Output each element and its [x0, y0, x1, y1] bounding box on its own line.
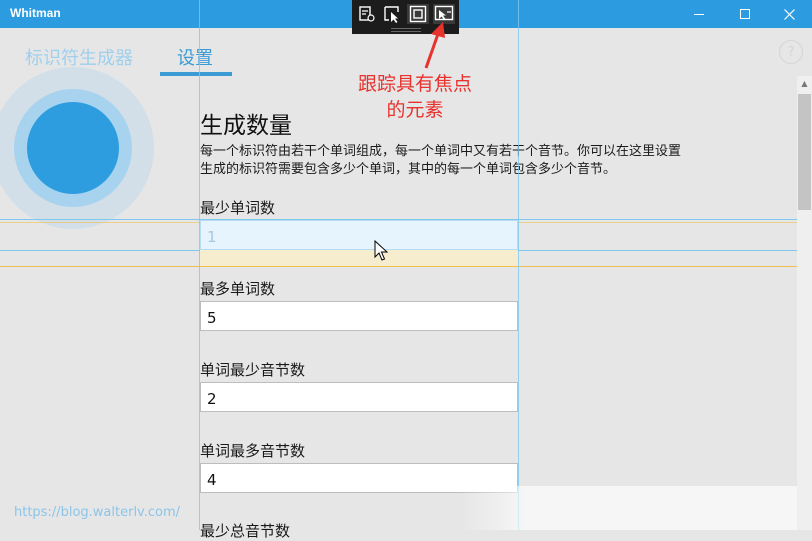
adorner-margin-line: [0, 266, 812, 267]
toolbar-grip[interactable]: [391, 28, 421, 32]
window-title: Whitman: [10, 6, 61, 20]
scrollbar-thumb[interactable]: [798, 94, 811, 210]
adorner-margin-area: [200, 250, 518, 266]
min-syllables-per-word-label: 单词最少音节数: [200, 361, 306, 379]
mouse-cursor-icon: [374, 240, 388, 261]
min-total-syllables-label: 最少总音节数: [200, 522, 291, 540]
section-description: 每一个标识符由若干个单词组成，每一个单词中又有若干个音节。你可以在这里设置 生成…: [200, 143, 730, 179]
tab-settings[interactable]: 设置: [177, 44, 213, 70]
max-words-label: 最多单词数: [200, 280, 276, 298]
min-syllables-per-word-input[interactable]: 2: [200, 382, 518, 412]
adorner-line: [199, 0, 200, 530]
live-visual-tree-icon: [359, 6, 375, 22]
maximize-button[interactable]: [722, 0, 768, 28]
help-button[interactable]: ?: [779, 40, 803, 64]
description-line: 每一个标识符由若干个单词组成，每一个单词中又有若干个音节。你可以在这里设置: [200, 144, 682, 159]
max-syllables-per-word-label: 单词最多音节数: [200, 442, 306, 460]
section-title: 生成数量: [200, 113, 292, 139]
min-words-input[interactable]: 1: [200, 220, 518, 250]
close-icon: [783, 8, 795, 20]
tab-selection-indicator: [160, 72, 232, 76]
decorative-logo-circles: [0, 67, 154, 229]
annotation-line-1: 跟踪具有焦点: [357, 73, 472, 95]
annotation-arrow: [424, 22, 445, 69]
bottom-fade: [460, 486, 797, 530]
adorner-line: [518, 0, 519, 530]
annotation-text: 跟踪具有焦点 的元素: [340, 71, 490, 123]
min-words-label: 最少单词数: [200, 199, 276, 217]
live-visual-tree-button[interactable]: [356, 4, 378, 24]
annotation-line-2: 的元素: [386, 99, 444, 121]
select-element-button[interactable]: [381, 4, 403, 24]
help-icon: ?: [787, 44, 795, 60]
scroll-up-icon[interactable]: ▲: [797, 76, 812, 91]
select-element-icon: [384, 6, 399, 23]
description-line: 生成的标识符需要包含多少个单词，其中的每一个单词包含多少个音节。: [200, 162, 617, 177]
maximize-icon: [740, 9, 750, 19]
max-words-input[interactable]: 5: [200, 301, 518, 331]
vertical-scrollbar[interactable]: ▲: [797, 76, 812, 530]
watermark: https://blog.walterlv.com/: [14, 505, 181, 520]
close-button[interactable]: [766, 0, 812, 28]
minimize-button[interactable]: [676, 0, 722, 28]
minimize-icon: [694, 13, 704, 15]
